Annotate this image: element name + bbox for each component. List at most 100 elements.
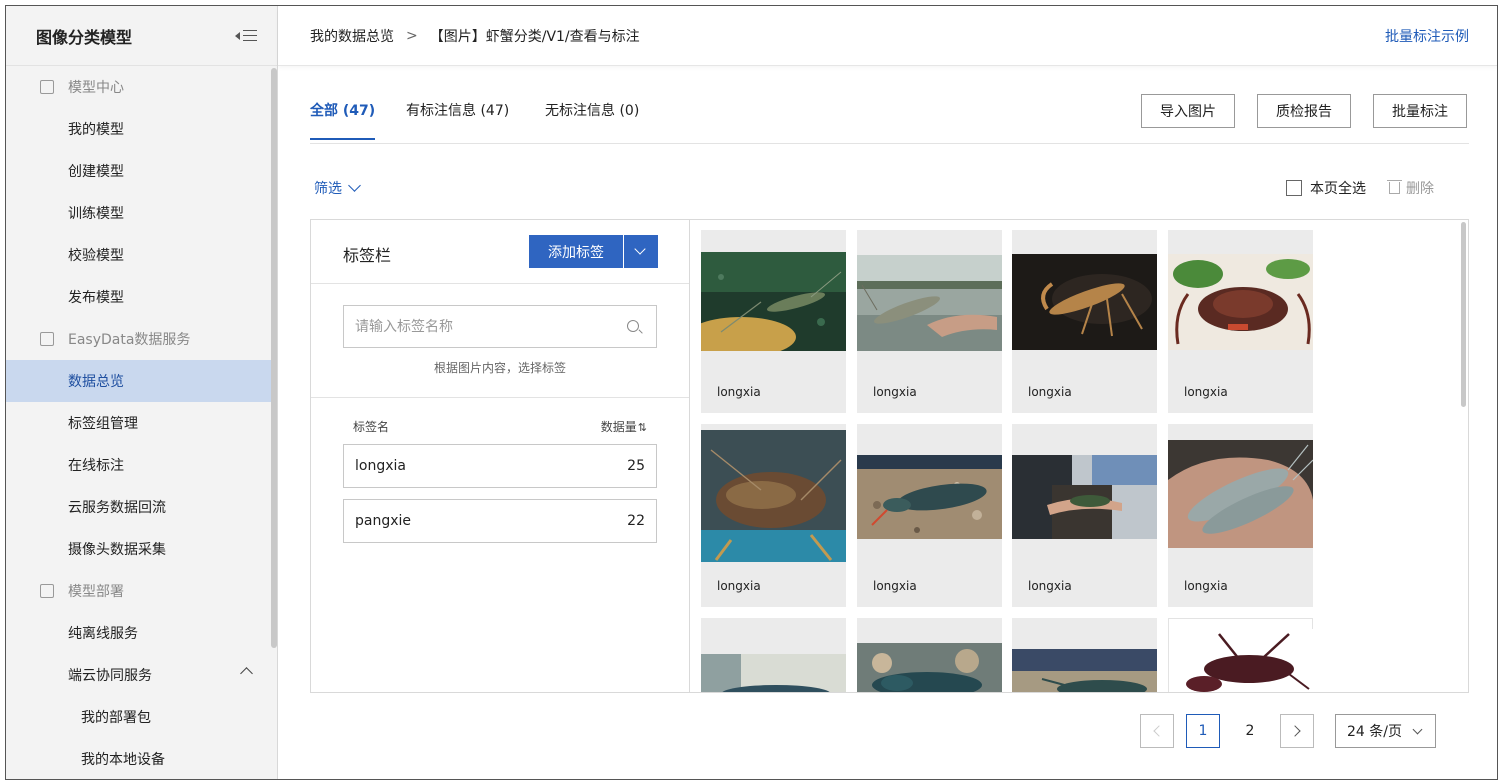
sidebar-item-edge-cloud-service[interactable]: 端云协同服务 [6,654,277,696]
add-label-dropdown-button[interactable] [624,235,658,268]
image-thumbnail [1012,455,1157,539]
image-card[interactable]: longxia [701,424,846,607]
image-card[interactable]: longxia [701,230,846,413]
sidebar-item-online-annotation[interactable]: 在线标注 [6,444,277,486]
grid-scrollbar[interactable] [1461,222,1466,407]
label-panel: 标签栏 添加标签 根据图片内容，选择标签 标签名 数据量⇅ longxia 25 [311,220,690,692]
label-panel-header: 标签栏 添加标签 [311,220,689,284]
image-caption: longxia [717,579,761,593]
sidebar-item-label: 数据总览 [68,374,124,390]
sidebar-item-label: 我的部署包 [81,710,151,726]
batch-annotation-example-link[interactable]: 批量标注示例 [1385,26,1469,46]
batch-annotate-button[interactable]: 批量标注 [1373,94,1467,128]
label-row-count: 25 [627,458,645,474]
sidebar-item-my-devices[interactable]: 我的本地设备 [6,738,277,779]
sidebar-item-cloud-data-return[interactable]: 云服务数据回流 [6,486,277,528]
image-thumbnail [701,430,846,562]
sidebar-item-validate-model[interactable]: 校验模型 [6,234,277,276]
image-card[interactable]: longxia [1168,424,1313,607]
delete-label: 删除 [1406,181,1434,197]
label-row[interactable]: pangxie 22 [343,499,657,543]
search-icon[interactable] [627,320,639,332]
image-card[interactable] [1012,618,1157,692]
delete-button[interactable]: 删除 [1387,178,1434,198]
chevron-right-icon [1289,725,1301,737]
sidebar-item-label: 训练模型 [68,206,124,222]
tab-unlabeled[interactable]: 无标注信息 (0) [545,100,639,138]
sidebar-item-data-overview[interactable]: 数据总览 [6,360,277,402]
next-page-button[interactable] [1280,714,1314,748]
sidebar-item-label: 我的模型 [68,122,124,138]
sidebar-group-deployment[interactable]: 模型部署 [6,570,277,612]
sidebar-group-model-center[interactable]: 模型中心 [6,66,277,108]
breadcrumb-current: 【图片】虾蟹分类/V1/查看与标注 [429,28,640,45]
tab-labeled[interactable]: 有标注信息 (47) [406,100,509,138]
label-count-header[interactable]: 数据量⇅ [601,418,647,435]
image-thumbnail [1169,629,1314,692]
image-card[interactable]: longxia [857,230,1002,413]
image-thumbnail [1168,440,1313,548]
sidebar-scrollbar[interactable] [271,68,277,648]
image-thumbnail [1012,649,1157,692]
image-card[interactable]: longxia [1168,230,1313,413]
image-card[interactable] [1168,618,1314,692]
label-row[interactable]: longxia 25 [343,444,657,488]
label-name-header: 标签名 [353,420,390,434]
import-images-button[interactable]: 导入图片 [1141,94,1235,128]
image-thumbnail [857,643,1002,692]
page-1-button[interactable]: 1 [1186,714,1220,748]
chevron-down-icon [1412,724,1423,735]
sidebar-item-my-models[interactable]: 我的模型 [6,108,277,150]
image-caption: longxia [1184,385,1228,399]
image-caption: longxia [717,385,761,399]
sidebar-item-label: 端云协同服务 [68,668,152,684]
sidebar-item-create-model[interactable]: 创建模型 [6,150,277,192]
prev-page-button[interactable] [1140,714,1174,748]
image-card[interactable] [857,618,1002,692]
sidebar-item-camera-collection[interactable]: 摄像头数据采集 [6,528,277,570]
sidebar-item-label: 云服务数据回流 [68,500,166,516]
sidebar-group-label: 模型部署 [68,584,124,600]
image-caption: longxia [1028,385,1072,399]
image-card[interactable]: longxia [1012,424,1157,607]
label-row-name: longxia [355,458,406,474]
sidebar-item-label: 在线标注 [68,458,124,474]
sidebar-item-label: 标签组管理 [68,416,138,432]
image-grid: longxia longxia longxia longxia longxia … [691,220,1468,692]
image-card[interactable]: longxia [1012,230,1157,413]
chevron-left-icon [1153,725,1165,737]
sidebar-group-label: 模型中心 [68,80,124,96]
data-panel: 标签栏 添加标签 根据图片内容，选择标签 标签名 数据量⇅ longxia 25 [310,219,1469,693]
page-2-button[interactable]: 2 [1233,714,1267,748]
sidebar-group-easydata[interactable]: EasyData数据服务 [6,318,277,360]
sidebar-item-publish-model[interactable]: 发布模型 [6,276,277,318]
page-size-value: 24 条/页 [1347,724,1402,740]
sidebar-item-offline-service[interactable]: 纯离线服务 [6,612,277,654]
breadcrumb: 我的数据总览 > 【图片】虾蟹分类/V1/查看与标注 [310,26,640,46]
image-thumbnail [857,255,1002,351]
label-search-input[interactable] [343,305,657,348]
quality-report-button[interactable]: 质检报告 [1257,94,1351,128]
image-card[interactable] [701,618,846,692]
select-all-page[interactable]: 本页全选 [1286,178,1366,198]
chevron-down-icon [348,179,361,192]
image-card[interactable]: longxia [857,424,1002,607]
app-frame: 图像分类模型 模型中心 我的模型 创建模型 训练模型 校验模型 发布模型 Eas… [5,5,1498,780]
main-content: 我的数据总览 > 【图片】虾蟹分类/V1/查看与标注 批量标注示例 全部 (47… [278,6,1497,779]
page-size-select[interactable]: 24 条/页 [1335,714,1436,748]
sidebar-item-my-packages[interactable]: 我的部署包 [6,696,277,738]
image-caption: longxia [1184,579,1228,593]
image-caption: longxia [1028,579,1072,593]
sidebar-item-train-model[interactable]: 训练模型 [6,192,277,234]
label-table-header: 标签名 数据量⇅ [353,418,647,435]
select-all-checkbox[interactable] [1286,180,1302,196]
add-label-button[interactable]: 添加标签 [529,235,623,268]
filter-toggle[interactable]: 筛选 [314,178,361,198]
select-all-label: 本页全选 [1310,181,1366,197]
collapse-menu-icon[interactable] [235,28,257,44]
breadcrumb-root[interactable]: 我的数据总览 [310,26,394,46]
tab-all[interactable]: 全部 (47) [310,100,376,140]
sidebar: 图像分类模型 模型中心 我的模型 创建模型 训练模型 校验模型 发布模型 Eas… [6,6,278,779]
sidebar-item-label-groups[interactable]: 标签组管理 [6,402,277,444]
label-panel-title: 标签栏 [343,246,392,265]
